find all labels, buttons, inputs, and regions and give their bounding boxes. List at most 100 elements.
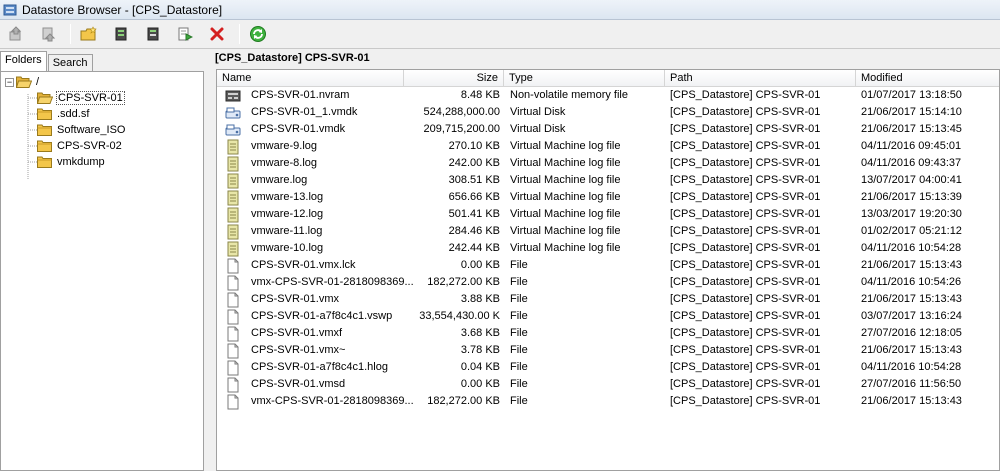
column-header-row: Name Size Type Path Modified bbox=[217, 70, 999, 87]
file-type: Virtual Machine log file bbox=[510, 140, 621, 152]
tab-search[interactable]: Search bbox=[47, 54, 93, 72]
log-file-icon bbox=[225, 207, 241, 223]
download-file-button[interactable] bbox=[141, 22, 165, 46]
file-size: 270.10 KB bbox=[448, 140, 500, 152]
column-header-path[interactable]: Path bbox=[665, 70, 856, 87]
file-type: Virtual Machine log file bbox=[510, 242, 621, 254]
file-modified: 21/06/2017 15:13:43 bbox=[861, 395, 962, 407]
file-size: 308.51 KB bbox=[448, 174, 500, 186]
tree-item-sdd-sf[interactable]: .sdd.sf bbox=[37, 106, 90, 122]
upload-button[interactable] bbox=[4, 22, 28, 46]
file-size: 242.44 KB bbox=[448, 242, 500, 254]
delete-button[interactable] bbox=[205, 22, 229, 46]
file-row[interactable]: vmware-11.log 284.46 KB Virtual Machine lo… bbox=[217, 223, 999, 240]
column-header-modified[interactable]: Modified bbox=[856, 70, 999, 87]
tree-item-vmkdump[interactable]: vmkdump bbox=[37, 154, 106, 170]
file-size: 524,288,000.00 bbox=[423, 106, 500, 118]
file-row[interactable]: vmx-CPS-SVR-01-2818098369... 182,272.00 K… bbox=[217, 274, 999, 291]
file-row[interactable]: vmware.log 308.51 KB Virtual Machine log f… bbox=[217, 172, 999, 189]
file-size: 3.78 KB bbox=[460, 344, 500, 356]
file-type: Non-volatile memory file bbox=[510, 89, 628, 101]
folders-pane: Folders Search − / CPS-SVR-01 .sdd.sf So… bbox=[0, 49, 206, 471]
tree-item-cps-svr-01[interactable]: CPS-SVR-01 bbox=[37, 90, 125, 106]
file-row[interactable]: vmware-12.log 501.41 KB Virtual Machine lo… bbox=[217, 206, 999, 223]
file-modified: 01/07/2017 13:18:50 bbox=[861, 89, 962, 101]
log-file-icon bbox=[225, 224, 241, 240]
column-header-type[interactable]: Type bbox=[504, 70, 665, 87]
file-row[interactable]: CPS-SVR-01.vmsd 0.00 KB File [CPS_Datastore… bbox=[217, 376, 999, 393]
file-row[interactable]: CPS-SVR-01-a7f8c4c1.hlog 0.04 KB File [CPS_… bbox=[217, 359, 999, 376]
file-modified: 21/06/2017 15:13:45 bbox=[861, 123, 962, 135]
file-modified: 21/06/2017 15:13:43 bbox=[861, 344, 962, 356]
file-modified: 04/11/2016 10:54:28 bbox=[861, 361, 962, 373]
file-type: Virtual Machine log file bbox=[510, 208, 621, 220]
file-type: File bbox=[510, 378, 528, 390]
file-icon bbox=[225, 309, 241, 325]
file-modified: 21/06/2017 15:14:10 bbox=[861, 106, 962, 118]
column-header-name[interactable]: Name bbox=[217, 70, 404, 87]
file-modified: 21/06/2017 15:13:39 bbox=[861, 191, 962, 203]
file-path: [CPS_Datastore] CPS-SVR-01 bbox=[670, 140, 821, 152]
column-header-size[interactable]: Size bbox=[404, 70, 504, 87]
file-list: Name Size Type Path Modified CPS-SVR-01.… bbox=[216, 69, 1000, 471]
folder-icon bbox=[37, 108, 52, 120]
register-vm-button[interactable] bbox=[173, 22, 197, 46]
file-row[interactable]: CPS-SVR-01.vmdk 209,715,200.00 Virtual Dis… bbox=[217, 121, 999, 138]
file-row[interactable]: vmx-CPS-SVR-01-2818098369... 182,272.00 K… bbox=[217, 393, 999, 410]
file-path: [CPS_Datastore] CPS-SVR-01 bbox=[670, 123, 821, 135]
file-type: File bbox=[510, 259, 528, 271]
toolbar-separator bbox=[70, 24, 71, 44]
file-path: [CPS_Datastore] CPS-SVR-01 bbox=[670, 225, 821, 237]
log-file-icon bbox=[225, 156, 241, 172]
file-row[interactable]: CPS-SVR-01.vmxf 3.68 KB File [CPS_Datastore… bbox=[217, 325, 999, 342]
log-file-icon bbox=[225, 173, 241, 189]
pane-splitter[interactable] bbox=[206, 49, 213, 471]
file-path: [CPS_Datastore] CPS-SVR-01 bbox=[670, 310, 821, 322]
file-row[interactable]: vmware-13.log 656.66 KB Virtual Machine lo… bbox=[217, 189, 999, 206]
file-row[interactable]: CPS-SVR-01.nvram 8.48 KB Non-volatile memo… bbox=[217, 87, 999, 104]
file-row[interactable]: CPS-SVR-01.vmx~ 3.78 KB File [CPS_Datastore… bbox=[217, 342, 999, 359]
file-row[interactable]: CPS-SVR-01_1.vmdk 524,288,000.00 Virtual D… bbox=[217, 104, 999, 121]
new-folder-button[interactable] bbox=[77, 22, 101, 46]
folder-open-icon bbox=[37, 92, 53, 104]
file-row[interactable]: CPS-SVR-01.vmx 3.88 KB File [CPS_Datastore]… bbox=[217, 291, 999, 308]
nvram-file-icon bbox=[225, 88, 241, 104]
file-icon bbox=[225, 258, 241, 274]
collapse-toggle[interactable]: − bbox=[5, 77, 14, 87]
file-path: [CPS_Datastore] CPS-SVR-01 bbox=[670, 157, 821, 169]
file-type: Virtual Machine log file bbox=[510, 191, 621, 203]
refresh-button[interactable] bbox=[246, 22, 270, 46]
log-file-icon bbox=[225, 190, 241, 206]
upload-file-icon bbox=[115, 27, 127, 41]
upload-file-button[interactable] bbox=[109, 22, 133, 46]
log-file-icon bbox=[225, 241, 241, 257]
file-size: 0.00 KB bbox=[460, 378, 500, 390]
current-path-header: [CPS_Datastore] CPS-SVR-01 bbox=[215, 52, 370, 64]
file-row[interactable]: vmware-9.log 270.10 KB Virtual Machine log… bbox=[217, 138, 999, 155]
file-path: [CPS_Datastore] CPS-SVR-01 bbox=[670, 293, 821, 305]
tree-root[interactable]: − / bbox=[5, 74, 40, 90]
tree-item-software-iso[interactable]: Software_ISO bbox=[37, 122, 126, 138]
file-modified: 04/11/2016 10:54:28 bbox=[861, 242, 962, 254]
file-size: 3.88 KB bbox=[460, 293, 500, 305]
file-path: [CPS_Datastore] CPS-SVR-01 bbox=[670, 378, 821, 390]
file-icon bbox=[225, 343, 241, 359]
file-size: 209,715,200.00 bbox=[423, 123, 500, 135]
folder-icon bbox=[37, 124, 52, 136]
file-row[interactable]: vmware-10.log 242.44 KB Virtual Machine lo… bbox=[217, 240, 999, 257]
file-row[interactable]: CPS-SVR-01-a7f8c4c1.vswp 33,554,430.00 KF… bbox=[217, 308, 999, 325]
download-file-icon bbox=[147, 27, 159, 41]
file-icon bbox=[225, 360, 241, 376]
toolbar-separator bbox=[239, 24, 240, 44]
file-path: [CPS_Datastore] CPS-SVR-01 bbox=[670, 174, 821, 186]
download-button[interactable] bbox=[36, 22, 60, 46]
tab-folders[interactable]: Folders bbox=[0, 51, 47, 72]
file-row[interactable]: CPS-SVR-01.vmx.lck 0.00 KB File [CPS_Datast… bbox=[217, 257, 999, 274]
file-size: 3.68 KB bbox=[460, 327, 500, 339]
tree-label: vmkdump bbox=[57, 156, 105, 168]
file-row[interactable]: vmware-8.log 242.00 KB Virtual Machine log… bbox=[217, 155, 999, 172]
file-type: Virtual Disk bbox=[510, 123, 566, 135]
datastore-app-icon bbox=[3, 3, 17, 17]
title-bar: Datastore Browser - [CPS_Datastore] bbox=[0, 0, 1000, 20]
tree-item-cps-svr-02[interactable]: CPS-SVR-02 bbox=[37, 138, 123, 154]
